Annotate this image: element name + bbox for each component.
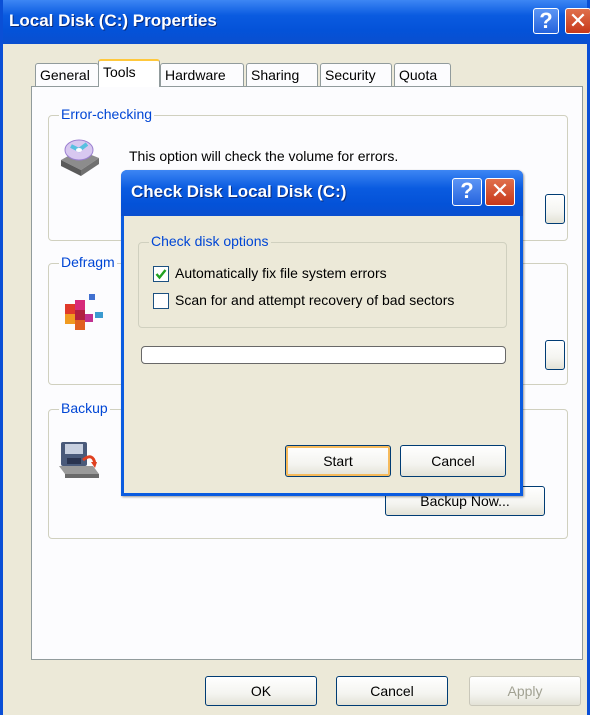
check-disk-options-label: Check disk options bbox=[149, 233, 271, 249]
defragment-icon bbox=[59, 290, 105, 339]
dialog-title: Check Disk Local Disk (C:) bbox=[131, 182, 347, 201]
ok-button[interactable]: OK bbox=[205, 676, 317, 706]
tab-hardware[interactable]: Hardware bbox=[160, 63, 244, 86]
check-now-button[interactable] bbox=[545, 194, 565, 224]
dialog-cancel-button[interactable]: Cancel bbox=[400, 445, 506, 477]
check-disk-options-group: Check disk options Automatically fix fil… bbox=[138, 233, 507, 328]
tab-tools[interactable]: Tools bbox=[98, 59, 160, 87]
checkmark-icon bbox=[155, 269, 167, 280]
apply-button[interactable]: Apply bbox=[469, 676, 581, 706]
window-title: Local Disk (C:) Properties bbox=[9, 11, 217, 30]
auto-fix-label: Automatically fix file system errors bbox=[175, 265, 387, 281]
cancel-button[interactable]: Cancel bbox=[336, 676, 448, 706]
disk-check-icon bbox=[57, 134, 103, 179]
dialog-body: Check disk options Automatically fix fil… bbox=[124, 216, 520, 493]
tab-security[interactable]: Security bbox=[320, 63, 392, 86]
defragment-now-button[interactable] bbox=[545, 340, 565, 370]
tab-sharing[interactable]: Sharing bbox=[246, 63, 318, 86]
check-disk-dialog: Check Disk Local Disk (C:) ? ✕ Check dis… bbox=[121, 170, 523, 496]
dialog-help-icon[interactable]: ? bbox=[452, 178, 482, 206]
scan-bad-sectors-label: Scan for and attempt recovery of bad sec… bbox=[175, 292, 455, 308]
dialog-title-bar[interactable]: Check Disk Local Disk (C:) ? ✕ bbox=[121, 170, 523, 216]
tab-general[interactable]: General bbox=[35, 63, 99, 86]
help-icon[interactable]: ? bbox=[533, 8, 559, 34]
defragmentation-label: Defragm bbox=[59, 254, 117, 270]
check-progress-bar bbox=[141, 346, 506, 364]
start-button[interactable]: Start bbox=[285, 445, 391, 477]
error-checking-label: Error-checking bbox=[59, 106, 155, 122]
scan-bad-sectors-checkbox[interactable] bbox=[153, 293, 169, 309]
error-checking-description: This option will check the volume for er… bbox=[129, 148, 399, 164]
close-icon[interactable]: ✕ bbox=[565, 8, 590, 34]
tab-quota[interactable]: Quota bbox=[394, 63, 451, 86]
auto-fix-checkbox[interactable] bbox=[153, 266, 169, 282]
backup-icon bbox=[57, 436, 103, 485]
backup-label: Backup bbox=[59, 400, 110, 416]
dialog-close-icon[interactable]: ✕ bbox=[485, 178, 515, 206]
title-bar[interactable]: Local Disk (C:) Properties ? ✕ bbox=[3, 0, 590, 44]
